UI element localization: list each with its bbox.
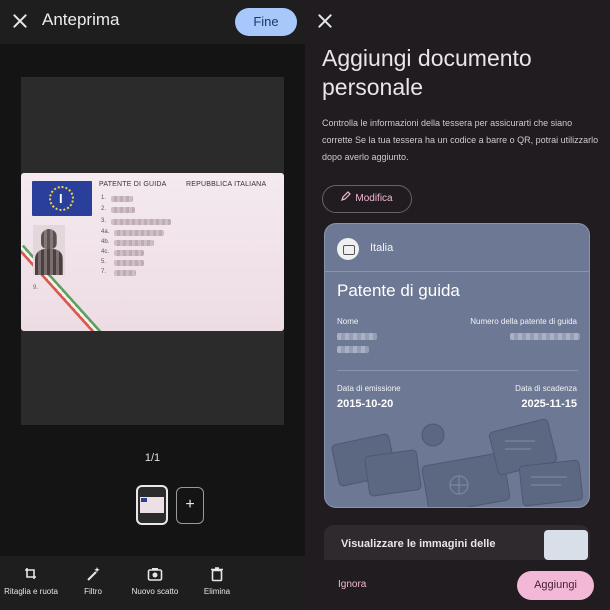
licence-header-left: PATENTE DI GUIDA — [99, 181, 167, 188]
tool-label: Nuovo scatto — [131, 587, 179, 596]
field-number: 4c. — [101, 249, 110, 255]
view-images-section[interactable]: Visualizzare le immagini delle — [324, 525, 590, 565]
field-number: 7. — [101, 269, 107, 275]
page-counter: 1/1 — [144, 452, 161, 464]
trash-icon — [209, 566, 225, 582]
card-doc-type: Patente di guida — [337, 281, 460, 300]
edit-label: Modifica — [355, 193, 393, 204]
redacted-field — [114, 260, 144, 266]
document-canvas[interactable]: I PATENTE DI GUIDA REPUBBLICA ITALIANA 1… — [21, 77, 284, 425]
page-thumbnail[interactable] — [136, 485, 168, 525]
page-description: Controlla le informazioni della tessera … — [322, 118, 599, 162]
expiry-date-label: Data di scadenza — [515, 384, 577, 393]
issue-date-label: Data di emissione — [337, 384, 401, 393]
licence-number-label: Numero della patente di guida — [470, 317, 577, 326]
edit-button[interactable]: Modifica — [322, 185, 412, 213]
name-label: Nome — [337, 317, 359, 326]
redacted-field — [111, 219, 171, 225]
expiry-date-value: 2025-11-15 — [521, 398, 577, 410]
close-icon[interactable] — [10, 11, 30, 31]
add-button[interactable]: Aggiungi — [517, 571, 594, 600]
field-number: 2. — [101, 206, 107, 212]
redacted-field — [114, 240, 154, 246]
view-images-label: Visualizzare le immagini delle — [341, 538, 496, 550]
id-card-icon — [337, 238, 359, 260]
camera-icon — [147, 566, 163, 582]
redacted-field — [114, 230, 164, 236]
flag-letter: I — [59, 191, 63, 206]
crop-rotate-button[interactable]: Ritaglia e ruota — [0, 566, 62, 596]
delete-button[interactable]: Elimina — [197, 566, 237, 596]
eu-flag-icon: I — [32, 181, 92, 216]
card-divider — [337, 370, 578, 371]
tool-label: Ritaglia e ruota — [4, 587, 58, 596]
licence-header-right: REPUBBLICA ITALIANA — [186, 181, 267, 188]
card-country: Italia — [370, 242, 394, 254]
redacted-field — [111, 196, 133, 202]
field-number: 5. — [101, 259, 107, 265]
page-title: Anteprima — [42, 10, 120, 29]
tool-label: Filtro — [84, 587, 102, 596]
add-page-button[interactable]: + — [176, 487, 204, 524]
document-illustration — [331, 419, 584, 507]
close-icon[interactable] — [315, 11, 335, 31]
field-number: 3. — [101, 218, 107, 224]
redacted-name — [337, 346, 369, 353]
redacted-field — [111, 207, 135, 213]
field-number: 4a. — [101, 229, 110, 235]
retake-button[interactable]: Nuovo scatto — [124, 566, 186, 596]
card-image-thumbnail — [544, 530, 588, 560]
field-number: 1. — [101, 195, 107, 201]
crop-rotate-icon — [23, 566, 39, 582]
redacted-field — [114, 250, 144, 256]
redacted-field — [114, 270, 136, 276]
ignore-button[interactable]: Ignora — [338, 579, 366, 590]
magic-wand-icon — [85, 566, 101, 582]
field-number: 4b. — [101, 239, 110, 245]
preview-panel: Anteprima Fine I PATENTE DI GUIDA REPUBB… — [0, 0, 305, 610]
driving-licence-scan: I PATENTE DI GUIDA REPUBBLICA ITALIANA 1… — [21, 173, 284, 331]
redacted-number — [510, 333, 580, 340]
redacted-name — [337, 333, 377, 340]
issue-date-value: 2015-10-20 — [337, 398, 394, 410]
field-number: 9. — [33, 285, 39, 291]
licence-photo — [33, 225, 65, 275]
card-divider — [325, 271, 589, 272]
add-document-panel: Aggiungi documento personale Controlla l… — [305, 0, 610, 610]
pencil-icon — [341, 186, 352, 212]
done-button[interactable]: Fine — [235, 8, 297, 36]
tool-label: Elimina — [203, 587, 231, 596]
document-card: Italia Patente di guida Nome Numero dell… — [324, 223, 590, 508]
page-heading: Aggiungi documento personale — [322, 45, 532, 100]
filter-button[interactable]: Filtro — [73, 566, 113, 596]
